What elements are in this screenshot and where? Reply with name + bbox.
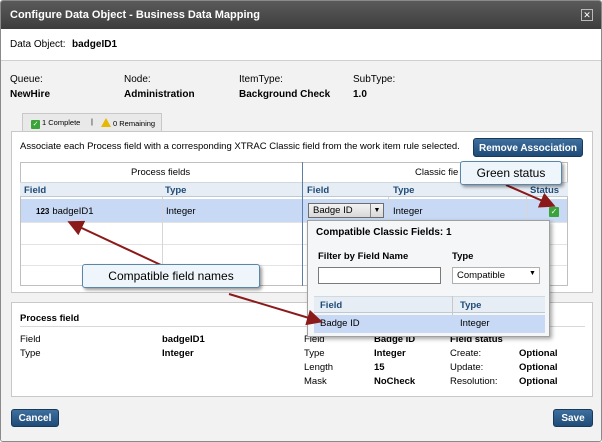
popup-col-field[interactable]: Field: [320, 300, 342, 311]
details-title: Process field: [20, 313, 80, 324]
resolution-value: Optional: [519, 376, 558, 387]
subtype-label: SubType:: [353, 74, 396, 85]
details-type-label: Type: [20, 348, 41, 359]
col-classic-field[interactable]: Field: [307, 185, 329, 196]
filter-input[interactable]: [318, 267, 441, 284]
number-type-icon: 123: [36, 207, 50, 216]
compatible-field-names-callout: Compatible field names: [82, 264, 260, 288]
data-object-bar: Data Object: badgeID1: [1, 29, 601, 61]
check-icon: ✓: [31, 120, 40, 129]
warning-icon: [101, 118, 111, 127]
mask-label: Mask: [304, 376, 327, 387]
subtype-value: 1.0: [353, 89, 367, 100]
create-label: Create:: [450, 348, 482, 359]
popup-column-header: Field Type: [314, 296, 545, 313]
details-field-label: Field: [20, 334, 41, 345]
popup-row-field: Badge ID: [320, 318, 360, 329]
itemtype-value: Background Check: [239, 89, 331, 100]
node-value: Administration: [124, 89, 195, 100]
chevron-down-icon[interactable]: ▼: [529, 270, 536, 277]
resolution-label: Resolution:: [450, 376, 498, 387]
type-filter-select[interactable]: Compatible ▼: [452, 267, 540, 284]
col-classic-type[interactable]: Type: [393, 185, 414, 196]
configure-dialog: Configure Data Object - Business Data Ma…: [0, 0, 602, 442]
table-row[interactable]: [21, 199, 567, 222]
tab-separator: |: [91, 117, 93, 126]
remove-association-button[interactable]: Remove Association: [473, 138, 583, 157]
classic-fields-header: Classic fie: [415, 167, 459, 178]
dialog-footer: [1, 401, 601, 441]
compatible-fields-popup: Compatible Classic Fields: 1 Filter by F…: [307, 220, 550, 337]
type-filter-label: Type: [452, 251, 474, 262]
list-item[interactable]: Badge ID Integer: [314, 315, 545, 333]
dialog-title: Configure Data Object - Business Data Ma…: [10, 9, 260, 21]
process-field-type: Integer: [166, 206, 196, 217]
tab-remaining-label: 0 Remaining: [113, 119, 156, 128]
classic-type-label: Type: [304, 348, 325, 359]
save-button[interactable]: Save: [553, 409, 593, 427]
title-bar: Configure Data Object - Business Data Ma…: [1, 1, 601, 29]
green-status-callout: Green status: [460, 161, 562, 185]
cancel-button[interactable]: Cancel: [11, 409, 59, 427]
create-value: Optional: [519, 348, 558, 359]
close-icon[interactable]: ✕: [581, 9, 593, 21]
process-field-cell: 123 badgeID1: [36, 206, 94, 217]
popup-row-type: Integer: [460, 318, 490, 329]
status-ok-icon: ✓: [549, 207, 559, 217]
col-field[interactable]: Field: [24, 185, 46, 196]
length-label: Length: [304, 362, 334, 373]
update-label: Update:: [450, 362, 484, 373]
itemtype-label: ItemType:: [239, 74, 283, 85]
update-value: Optional: [519, 362, 558, 373]
grid-split-line: [302, 162, 303, 286]
chevron-down-icon[interactable]: ▼: [370, 204, 383, 217]
data-object-value: badgeID1: [72, 39, 118, 50]
details-field-value: badgeID1: [162, 334, 205, 345]
classic-field-value: Badge ID: [313, 205, 353, 216]
process-fields-header: Process fields: [131, 167, 191, 178]
queue-label: Queue:: [10, 74, 43, 85]
data-object-label: Data Object:: [10, 39, 66, 50]
popup-col-type[interactable]: Type: [460, 300, 481, 311]
classic-field-type: Integer: [393, 206, 423, 217]
popup-title: Compatible Classic Fields: 1: [316, 227, 452, 238]
tab-complete[interactable]: ✓ 1 Complete: [31, 118, 80, 129]
details-type-value: Integer: [162, 348, 194, 359]
classic-field-select[interactable]: Badge ID ▼: [308, 203, 384, 218]
process-field-name: badgeID1: [52, 206, 94, 217]
tab-complete-label: 1 Complete: [42, 118, 81, 127]
filter-label: Filter by Field Name: [318, 251, 409, 262]
node-label: Node:: [124, 74, 151, 85]
type-filter-value: Compatible: [457, 270, 506, 281]
col-status[interactable]: Status: [530, 185, 559, 196]
length-value: 15: [374, 362, 385, 373]
instruction-text: Associate each Process field with a corr…: [20, 141, 460, 152]
queue-value: NewHire: [10, 89, 51, 100]
completion-tabs: ✓ 1 Complete | 0 Remaining: [22, 113, 162, 131]
col-type[interactable]: Type: [165, 185, 186, 196]
tab-remaining[interactable]: 0 Remaining: [101, 118, 155, 128]
mask-value: NoCheck: [374, 376, 416, 387]
classic-type-detail: Integer: [374, 348, 406, 359]
